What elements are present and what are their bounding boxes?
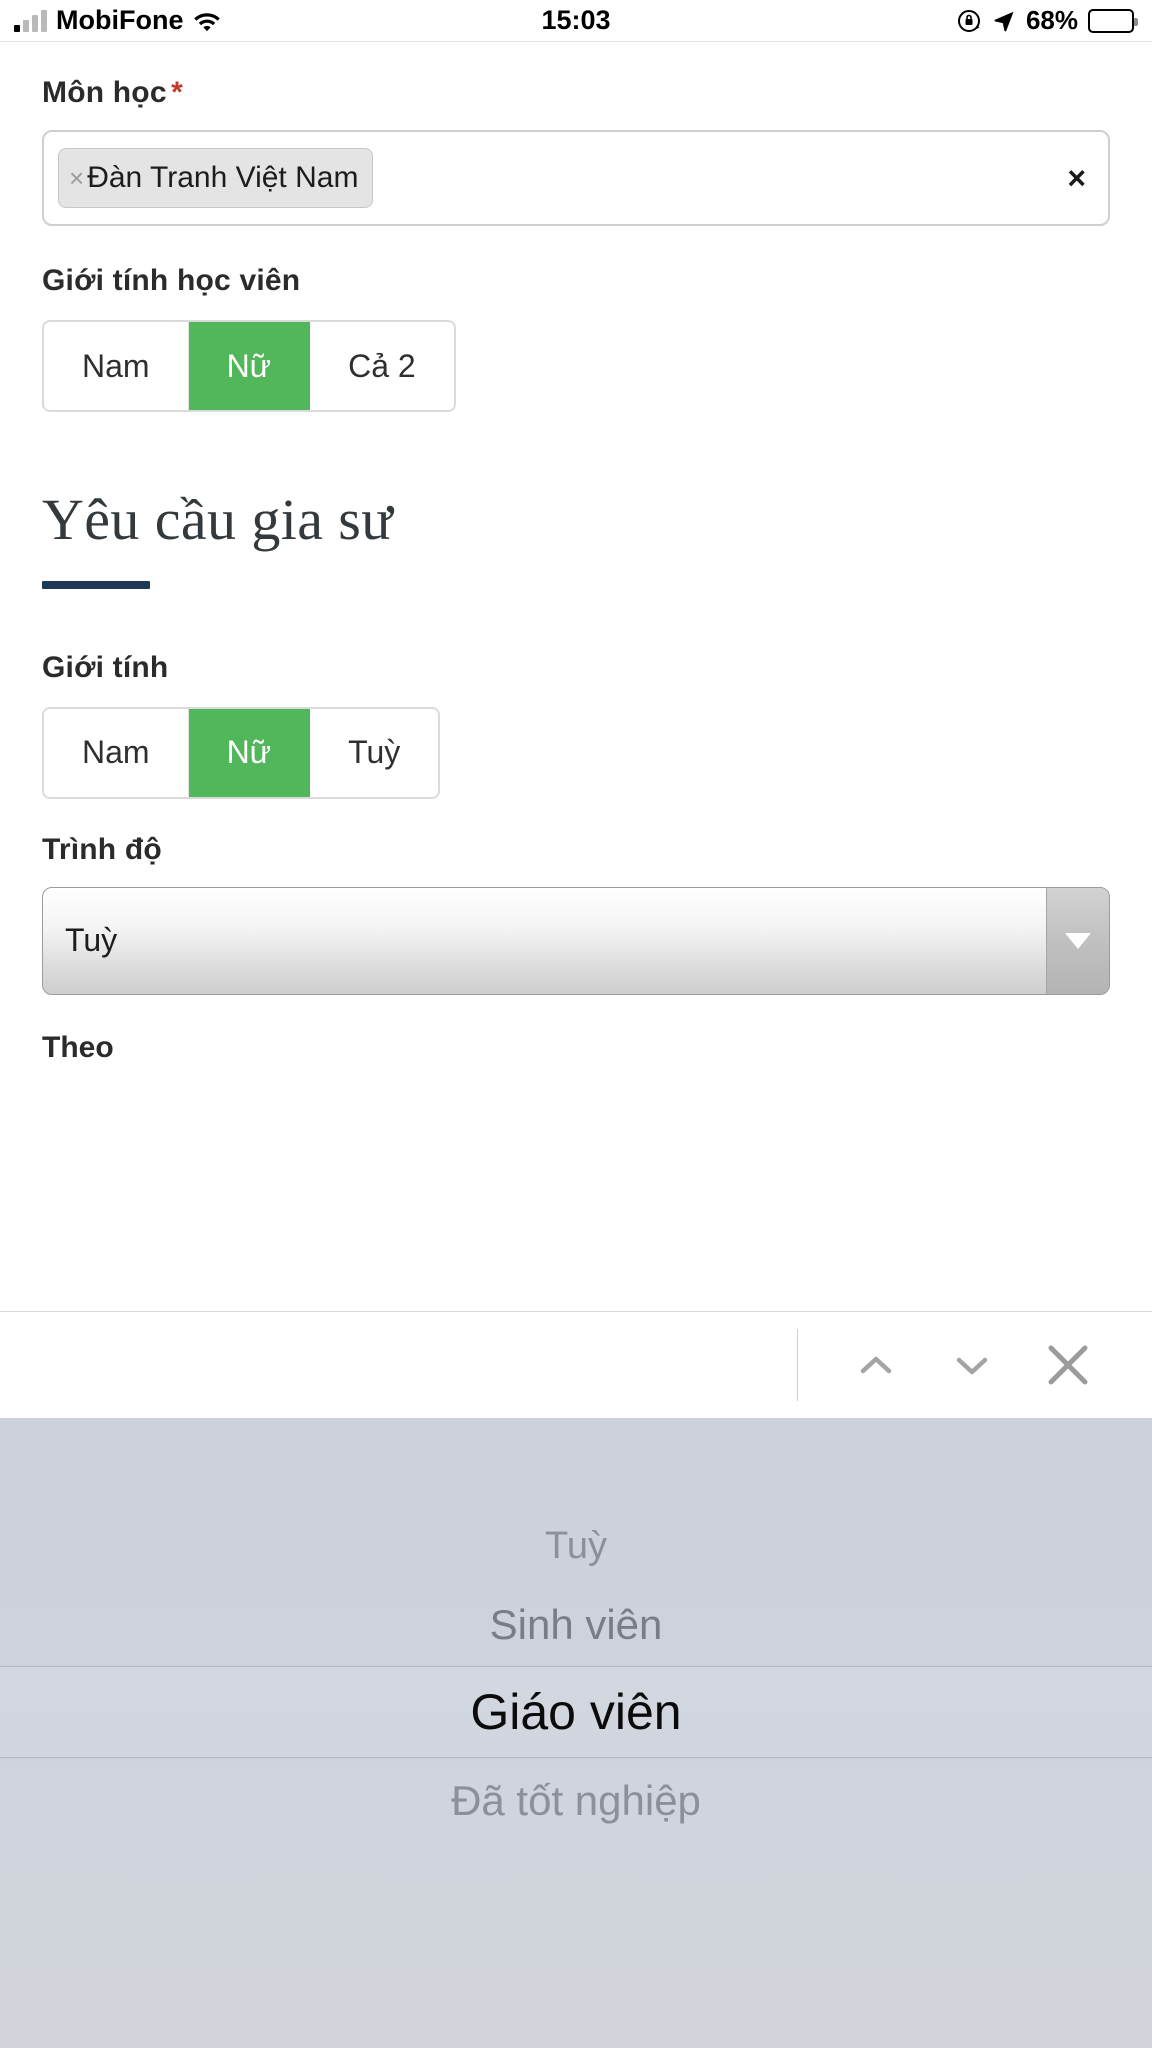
rotation-lock-icon [956, 8, 982, 34]
toolbar-divider [797, 1329, 798, 1401]
segment-tutor-nam[interactable]: Nam [44, 708, 189, 797]
close-icon[interactable] [1020, 1317, 1116, 1413]
picker-option-tuy[interactable]: Tuỳ [0, 1508, 1152, 1584]
student-gender-label: Giới tính học viên [42, 264, 301, 297]
section-title: Yêu cầu gia sư [42, 487, 394, 552]
level-picker-wheel[interactable]: Tuỳ Sinh viên Giáo viên Đã tốt nghiệp [0, 1418, 1152, 2048]
tag-remove-icon[interactable]: × [69, 165, 84, 191]
location-arrow-icon [992, 9, 1016, 33]
level-select[interactable]: Tuỳ [42, 886, 1110, 995]
subject-label: Môn học * [42, 76, 1110, 110]
student-gender-segmented[interactable]: Nam Nữ Cả 2 [42, 320, 456, 412]
segment-tutor-tuy[interactable]: Tuỳ [310, 708, 439, 797]
subject-tag[interactable]: × Đàn Tranh Việt Nam [58, 148, 374, 208]
segment-student-nu[interactable]: Nữ [188, 322, 311, 410]
tutor-gender-segmented[interactable]: Nam Nữ Tuỳ [42, 706, 441, 799]
section-underline [42, 580, 150, 589]
status-bar-right: 68% [956, 5, 1138, 36]
level-select-dropdown-button[interactable] [1046, 887, 1109, 994]
segment-student-nam[interactable]: Nam [44, 322, 189, 410]
chevron-up-icon[interactable] [828, 1317, 924, 1413]
theo-label: Theo [42, 1030, 114, 1064]
picker-option-giao-vien-selected[interactable]: Giáo viên [0, 1666, 1152, 1758]
level-select-value: Tuỳ [65, 922, 118, 959]
form-content: Môn học * × Đàn Tranh Việt Nam × Giới tí… [0, 42, 1152, 1065]
picker-option-da-tot-nghiep[interactable]: Đã tốt nghiệp [0, 1758, 1152, 1844]
segment-tutor-nu[interactable]: Nữ [188, 708, 311, 797]
caret-down-icon [1065, 932, 1091, 949]
input-accessory-toolbar [0, 1311, 1152, 1418]
picker-top-pad [0, 1418, 1152, 1508]
app-screen: MobiFone 15:03 68% Môn học * × Đàn Tranh… [0, 0, 1152, 2048]
battery-percent: 68% [1025, 5, 1078, 35]
status-bar: MobiFone 15:03 68% [0, 0, 1152, 42]
clear-all-icon[interactable]: × [1067, 162, 1090, 194]
subject-label-text: Môn học [42, 76, 167, 109]
tutor-requirements-section: Yêu cầu gia sư [42, 487, 1110, 589]
required-asterisk: * [171, 76, 184, 109]
battery-icon [1088, 8, 1138, 33]
tutor-gender-label: Giới tính [42, 650, 169, 684]
segment-student-ca2[interactable]: Cả 2 [310, 322, 454, 410]
picker-option-sinh-vien[interactable]: Sinh viên [0, 1584, 1152, 1666]
level-label: Trình độ [42, 832, 162, 866]
chevron-down-icon[interactable] [924, 1317, 1020, 1413]
subject-multiselect[interactable]: × Đàn Tranh Việt Nam × [42, 130, 1110, 226]
tag-label: Đàn Tranh Việt Nam [87, 161, 359, 194]
